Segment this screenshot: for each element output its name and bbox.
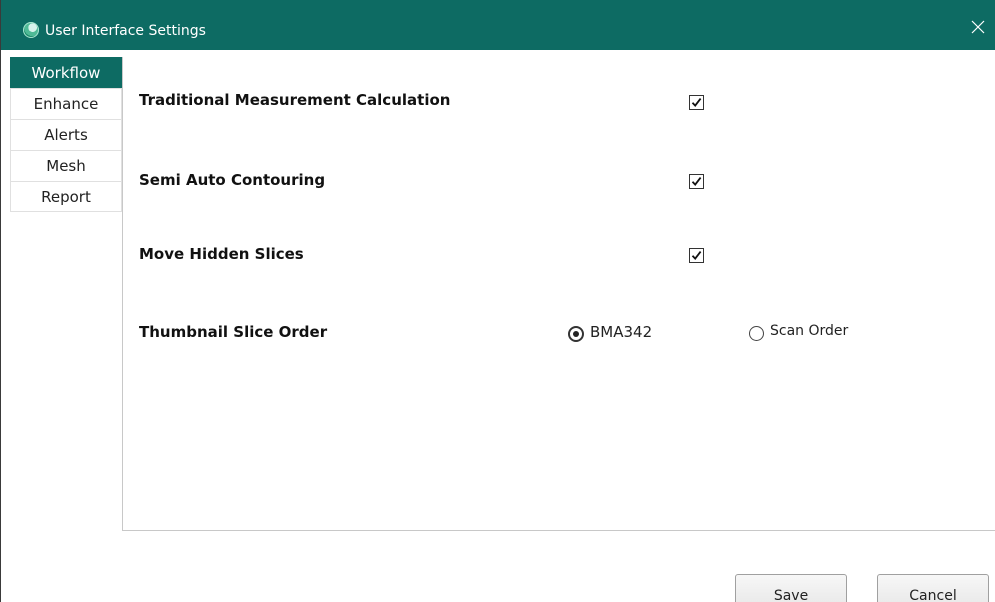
- tab-workflow[interactable]: Workflow: [10, 57, 122, 88]
- save-button[interactable]: Save: [735, 574, 847, 602]
- workflow-settings-panel: Traditional Measurement Calculation Semi…: [122, 57, 995, 531]
- window-title: User Interface Settings: [45, 23, 206, 39]
- checkmark-icon: [691, 177, 702, 186]
- semi-auto-contouring-checkbox[interactable]: [689, 174, 704, 189]
- title-bar: User Interface Settings: [1, 0, 995, 50]
- thumbnail-slice-order-label: Thumbnail Slice Order: [139, 323, 328, 341]
- checkmark-icon: [691, 98, 702, 107]
- tab-report[interactable]: Report: [10, 181, 122, 212]
- cancel-button[interactable]: Cancel: [877, 574, 989, 602]
- traditional-measurement-label: Traditional Measurement Calculation: [139, 91, 451, 109]
- app-logo-icon: [23, 22, 39, 38]
- tab-mesh[interactable]: Mesh: [10, 150, 122, 181]
- settings-dialog: User Interface Settings Workflow Enhance…: [0, 0, 995, 602]
- tab-list: Workflow Enhance Alerts Mesh Report: [10, 57, 122, 212]
- tab-enhance[interactable]: Enhance: [10, 88, 122, 119]
- close-button[interactable]: [967, 16, 989, 38]
- traditional-measurement-checkbox[interactable]: [689, 95, 704, 110]
- scan-order-radio-label[interactable]: Scan Order: [770, 323, 848, 339]
- move-hidden-slices-label: Move Hidden Slices: [139, 245, 304, 263]
- checkmark-icon: [691, 251, 702, 260]
- bma342-radio-label[interactable]: BMA342: [590, 323, 652, 341]
- close-icon: [971, 20, 985, 34]
- bma342-radio[interactable]: [568, 326, 584, 342]
- scan-order-radio[interactable]: [749, 326, 764, 341]
- semi-auto-contouring-label: Semi Auto Contouring: [139, 171, 326, 189]
- move-hidden-slices-checkbox[interactable]: [689, 248, 704, 263]
- tab-alerts[interactable]: Alerts: [10, 119, 122, 150]
